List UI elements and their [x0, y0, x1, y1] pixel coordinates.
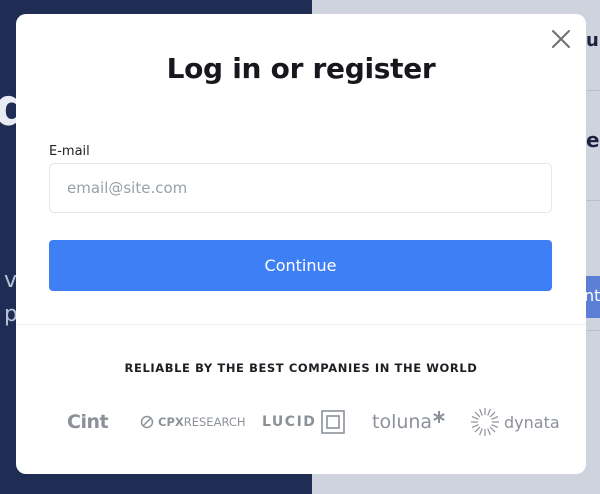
- dynata-logo: dynata: [470, 404, 560, 440]
- email-input[interactable]: [49, 163, 552, 213]
- login-modal: Log in or register E-mail Continue RELIA…: [16, 14, 586, 474]
- cpx-research-logo: CPX RESEARCH: [140, 404, 246, 440]
- lucid-logo: LUCID: [262, 404, 346, 440]
- toluna-logo: toluna: [372, 404, 445, 440]
- backdrop-button: nt: [584, 276, 600, 318]
- dynata-logo-text: dynata: [504, 412, 560, 432]
- cint-logo: Cint: [67, 404, 109, 440]
- lucid-square-icon: [321, 410, 346, 434]
- toluna-logo-text: toluna: [372, 411, 433, 433]
- close-icon: [552, 30, 570, 48]
- email-label: E-mail: [49, 144, 90, 159]
- dynata-burst-icon: [471, 408, 499, 436]
- cpx-logo-prefix: CPX: [158, 415, 184, 429]
- continue-button[interactable]: Continue: [49, 240, 552, 291]
- divider: [16, 324, 586, 325]
- asterisk-icon: [433, 411, 445, 423]
- lucid-logo-text: LUCID: [262, 414, 317, 430]
- cpx-research-icon: [140, 415, 154, 429]
- cpx-logo-suffix: RESEARCH: [183, 415, 246, 429]
- backdrop-right-fragment-2: eg: [586, 128, 600, 152]
- partner-logos: Cint CPX RESEARCH LUCID toluna dynata: [16, 404, 586, 444]
- cint-logo-text: Cint: [67, 411, 109, 433]
- backdrop-right-fragment-1: u: [586, 30, 599, 51]
- partners-heading: RELIABLE BY THE BEST COMPANIES IN THE WO…: [124, 361, 478, 375]
- modal-title: Log in or register: [166, 52, 436, 85]
- close-button[interactable]: [548, 26, 574, 52]
- backdrop-button-label: nt: [584, 286, 600, 305]
